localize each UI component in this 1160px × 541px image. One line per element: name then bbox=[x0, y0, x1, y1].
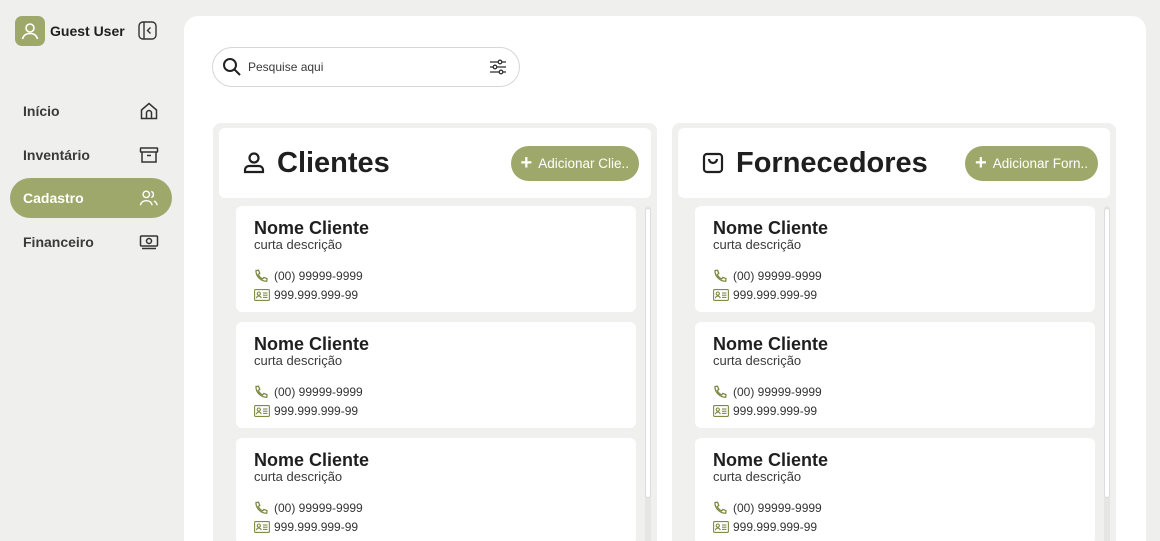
client-phone-text: (00) 99999-9999 bbox=[274, 501, 363, 515]
clients-panel: Clientes + Adicionar Clie.. Nome Cliente… bbox=[213, 123, 657, 541]
supplier-phone-text: (00) 99999-9999 bbox=[733, 501, 822, 515]
id-card-icon bbox=[254, 520, 270, 534]
sidebar-item-cadastro[interactable]: Cadastro bbox=[10, 178, 172, 218]
id-card-icon bbox=[254, 404, 270, 418]
client-document-text: 999.999.999-99 bbox=[274, 520, 359, 534]
collapse-sidebar-icon[interactable] bbox=[138, 21, 157, 40]
plus-icon: + bbox=[520, 152, 533, 174]
shopping-bag-icon bbox=[700, 150, 726, 176]
sidebar: Guest User Início Inventário Cadastro Fi… bbox=[0, 0, 184, 541]
user-profile[interactable]: Guest User bbox=[15, 16, 125, 46]
client-document: 999.999.999-99 bbox=[254, 288, 618, 302]
client-card[interactable]: Nome Cliente curta descrição (00) 99999-… bbox=[236, 438, 636, 541]
clients-scroll-thumb[interactable] bbox=[645, 208, 651, 498]
client-description: curta descrição bbox=[254, 353, 343, 368]
sidebar-item-inventario[interactable]: Inventário bbox=[10, 135, 172, 175]
plus-icon: + bbox=[975, 152, 987, 174]
client-description: curta descrição bbox=[254, 469, 343, 484]
supplier-document: 999.999.999-99 bbox=[713, 288, 1077, 302]
supplier-name: Nome Cliente bbox=[713, 450, 829, 470]
client-phone-text: (00) 99999-9999 bbox=[274, 385, 363, 399]
client-phone-text: (00) 99999-9999 bbox=[274, 269, 363, 283]
sidebar-nav: Início Inventário Cadastro Financeiro bbox=[10, 91, 172, 265]
supplier-document-text: 999.999.999-99 bbox=[733, 404, 818, 418]
users-icon bbox=[139, 188, 159, 208]
search-bar bbox=[212, 47, 520, 87]
phone-icon bbox=[254, 501, 270, 515]
sidebar-item-label: Financeiro bbox=[23, 233, 94, 250]
client-document-text: 999.999.999-99 bbox=[274, 404, 359, 418]
client-phone: (00) 99999-9999 bbox=[254, 501, 618, 515]
phone-icon bbox=[713, 385, 729, 399]
phone-icon bbox=[254, 269, 270, 283]
home-icon bbox=[139, 101, 159, 121]
client-name: Nome Cliente bbox=[254, 450, 370, 470]
sidebar-item-label: Cadastro bbox=[23, 190, 84, 206]
supplier-description: curta descrição bbox=[713, 469, 802, 484]
user-icon bbox=[241, 150, 267, 176]
suppliers-scroll-thumb[interactable] bbox=[1104, 208, 1110, 498]
supplier-phone: (00) 99999-9999 bbox=[713, 269, 1077, 283]
clients-header: Clientes + Adicionar Clie.. bbox=[219, 128, 651, 198]
supplier-document: 999.999.999-99 bbox=[713, 404, 1077, 418]
add-supplier-label: Adicionar Forn.. bbox=[992, 155, 1088, 171]
clients-title: Clientes bbox=[241, 147, 390, 180]
add-client-label: Adicionar Clie.. bbox=[538, 155, 629, 171]
phone-icon bbox=[713, 269, 729, 283]
suppliers-list[interactable]: Nome Cliente curta descrição (00) 99999-… bbox=[678, 206, 1110, 541]
suppliers-title-text: Fornecedores bbox=[736, 146, 928, 179]
client-document: 999.999.999-99 bbox=[254, 404, 618, 418]
sidebar-item-label: Início bbox=[23, 103, 60, 119]
suppliers-title: Fornecedores bbox=[700, 147, 928, 180]
sidebar-item-financeiro[interactable]: Financeiro bbox=[10, 222, 172, 262]
phone-icon bbox=[254, 385, 270, 399]
id-card-icon bbox=[713, 404, 729, 418]
search-input[interactable] bbox=[248, 60, 489, 74]
id-card-icon bbox=[713, 288, 729, 302]
id-card-icon bbox=[254, 288, 270, 302]
phone-icon bbox=[713, 501, 729, 515]
supplier-card[interactable]: Nome Cliente curta descrição (00) 99999-… bbox=[695, 322, 1095, 428]
client-document-text: 999.999.999-99 bbox=[274, 288, 359, 302]
supplier-phone: (00) 99999-9999 bbox=[713, 385, 1077, 399]
supplier-card[interactable]: Nome Cliente curta descrição (00) 99999-… bbox=[695, 438, 1095, 541]
main-content: Clientes + Adicionar Clie.. Nome Cliente… bbox=[184, 16, 1146, 541]
banknote-icon bbox=[139, 232, 159, 252]
search-icon[interactable] bbox=[222, 57, 242, 77]
clients-scrollbar[interactable] bbox=[645, 206, 651, 541]
supplier-phone: (00) 99999-9999 bbox=[713, 501, 1077, 515]
supplier-document-text: 999.999.999-99 bbox=[733, 520, 818, 534]
add-client-button[interactable]: + Adicionar Clie.. bbox=[510, 145, 639, 181]
add-supplier-button[interactable]: + Adicionar Forn.. bbox=[965, 145, 1098, 181]
supplier-document-text: 999.999.999-99 bbox=[733, 288, 818, 302]
supplier-description: curta descrição bbox=[713, 237, 802, 252]
filter-sliders-icon[interactable] bbox=[489, 58, 507, 76]
id-card-icon bbox=[713, 520, 729, 534]
client-phone: (00) 99999-9999 bbox=[254, 269, 618, 283]
supplier-name: Nome Cliente bbox=[713, 218, 829, 238]
client-name: Nome Cliente bbox=[254, 334, 370, 354]
sidebar-item-inicio[interactable]: Início bbox=[10, 91, 172, 131]
supplier-phone-text: (00) 99999-9999 bbox=[733, 385, 822, 399]
sidebar-item-label: Inventário bbox=[23, 146, 90, 163]
archive-box-icon bbox=[139, 145, 159, 165]
client-description: curta descrição bbox=[254, 237, 343, 252]
supplier-name: Nome Cliente bbox=[713, 334, 829, 354]
client-card[interactable]: Nome Cliente curta descrição (00) 99999-… bbox=[236, 206, 636, 312]
client-name: Nome Cliente bbox=[254, 218, 370, 238]
supplier-phone-text: (00) 99999-9999 bbox=[733, 269, 822, 283]
supplier-document: 999.999.999-99 bbox=[713, 520, 1077, 534]
user-name: Guest User bbox=[50, 23, 125, 39]
user-avatar-icon bbox=[15, 16, 45, 46]
suppliers-panel: Fornecedores + Adicionar Forn.. Nome Cli… bbox=[672, 123, 1116, 541]
clients-title-text: Clientes bbox=[277, 146, 390, 179]
suppliers-header: Fornecedores + Adicionar Forn.. bbox=[678, 128, 1110, 198]
client-document: 999.999.999-99 bbox=[254, 520, 618, 534]
suppliers-scrollbar[interactable] bbox=[1104, 206, 1110, 541]
client-card[interactable]: Nome Cliente curta descrição (00) 99999-… bbox=[236, 322, 636, 428]
client-phone: (00) 99999-9999 bbox=[254, 385, 618, 399]
supplier-card[interactable]: Nome Cliente curta descrição (00) 99999-… bbox=[695, 206, 1095, 312]
supplier-description: curta descrição bbox=[713, 353, 802, 368]
clients-list[interactable]: Nome Cliente curta descrição (00) 99999-… bbox=[219, 206, 651, 541]
